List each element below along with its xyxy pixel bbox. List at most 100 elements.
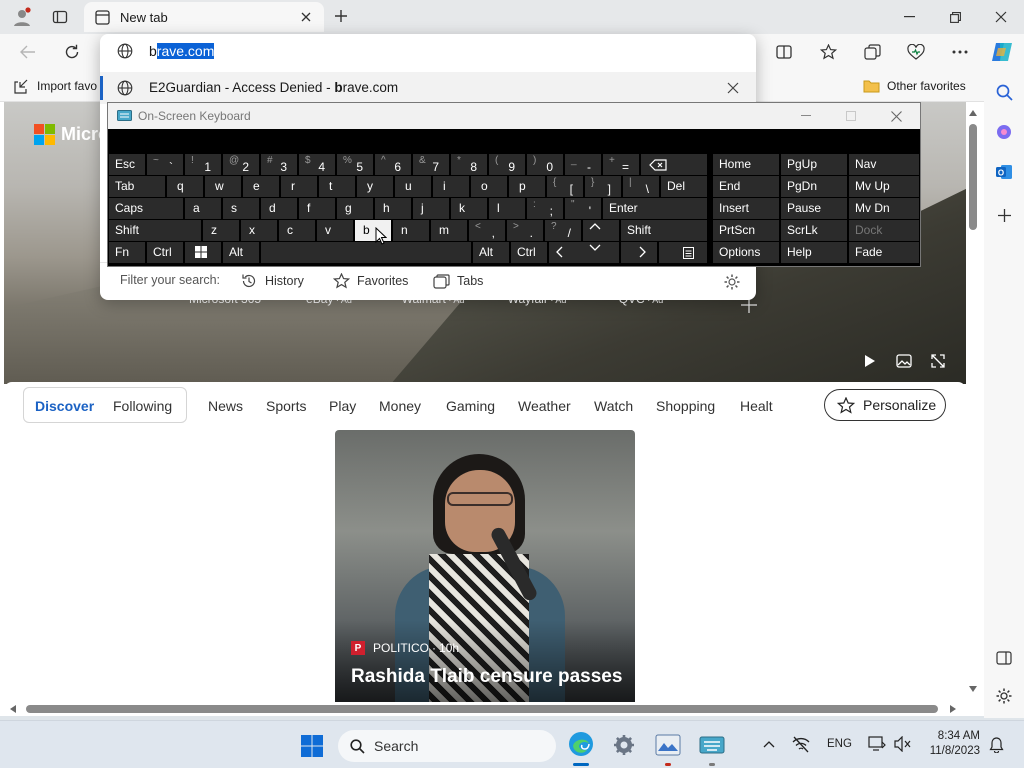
key-mv-up[interactable]: Mv Up (849, 176, 919, 197)
key-4[interactable]: $4 (299, 154, 335, 175)
key-x[interactable]: x (241, 220, 277, 241)
new-tab-button[interactable] (330, 5, 352, 27)
key-w[interactable]: w (205, 176, 241, 197)
language-indicator[interactable]: ENG (827, 738, 852, 750)
import-favorites-button[interactable]: Import favo (12, 76, 97, 96)
settings-taskbar-icon[interactable] (610, 731, 638, 759)
osk-title-bar[interactable]: On-Screen Keyboard (108, 103, 920, 129)
tab-gaming[interactable]: Gaming (446, 398, 495, 414)
sidebar-copilot-icon[interactable] (992, 120, 1016, 144)
key-ctrl-right[interactable]: Ctrl (511, 242, 547, 263)
key-c[interactable]: c (279, 220, 315, 241)
remove-suggestion-icon[interactable] (726, 81, 740, 95)
scroll-up-arrow-icon[interactable] (968, 108, 978, 118)
key-r[interactable]: r (281, 176, 317, 197)
collections-icon[interactable] (860, 40, 884, 64)
osk-minimize-icon[interactable] (798, 109, 814, 123)
key-punct-1[interactable]: " ' (565, 198, 601, 219)
key-m[interactable]: m (431, 220, 467, 241)
tab-sports[interactable]: Sports (266, 398, 306, 414)
key-k[interactable]: k (451, 198, 487, 219)
key-fn[interactable]: Fn (109, 242, 145, 263)
key-caps[interactable]: Caps (109, 198, 183, 219)
key-n[interactable]: n (393, 220, 429, 241)
key-i[interactable]: i (433, 176, 469, 197)
key-arrow-down[interactable] (583, 242, 619, 263)
tab-shopping[interactable]: Shopping (656, 398, 715, 414)
key-tab[interactable]: Tab (109, 176, 165, 197)
key-5[interactable]: % 5 (337, 154, 373, 175)
key-punct-0[interactable]: :; (527, 198, 563, 219)
notifications-bell-icon[interactable] (986, 735, 1006, 755)
key-home[interactable]: Home (713, 154, 779, 175)
personalize-button[interactable]: Personalize (824, 389, 946, 421)
split-screen-icon[interactable] (772, 40, 796, 64)
key-8[interactable]: * 8 (451, 154, 487, 175)
tab-news[interactable]: News (208, 398, 243, 414)
key-punct-4[interactable]: ? / (545, 220, 581, 241)
key-space[interactable] (261, 242, 471, 263)
key-arrow-left[interactable] (549, 242, 585, 263)
edge-taskbar-icon[interactable] (566, 729, 596, 759)
scroll-down-arrow-icon[interactable] (968, 684, 978, 694)
key-windows[interactable] (185, 242, 221, 263)
key-nav[interactable]: Nav (849, 154, 919, 175)
key-j[interactable]: j (413, 198, 449, 219)
key-punct-3[interactable]: >. (507, 220, 543, 241)
key-dock[interactable]: Dock (849, 220, 919, 241)
vertical-scrollbar[interactable] (966, 102, 980, 702)
key-arrow-up[interactable] (583, 220, 619, 241)
copilot-icon[interactable] (988, 38, 1016, 66)
key-l[interactable]: l (489, 198, 525, 219)
key-a[interactable]: a (185, 198, 221, 219)
osk-close-icon[interactable] (888, 109, 904, 123)
key-e[interactable]: e (243, 176, 279, 197)
tab-weather[interactable]: Weather (518, 398, 571, 414)
tab-discover[interactable]: Discover (35, 398, 94, 414)
taskbar-search-box[interactable]: Search (338, 730, 556, 762)
key-options[interactable]: Options (713, 242, 779, 263)
key-7[interactable]: & 7 (413, 154, 449, 175)
browser-essentials-icon[interactable] (904, 40, 928, 64)
sidebar-hide-icon[interactable] (992, 646, 1016, 670)
key-y[interactable]: y (357, 176, 393, 197)
play-video-icon[interactable] (858, 350, 882, 372)
profile-icon[interactable] (10, 5, 34, 29)
key-2[interactable]: @2 (223, 154, 259, 175)
close-tab-icon[interactable] (298, 9, 314, 25)
osk-taskbar-icon[interactable] (698, 731, 726, 759)
key-prtscn[interactable]: PrtScn (713, 220, 779, 241)
sidebar-settings-icon[interactable] (992, 684, 1016, 708)
key-pgdn[interactable]: PgDn (781, 176, 847, 197)
key-pause[interactable]: Pause (781, 198, 847, 219)
key-shift-left[interactable]: Shift (109, 220, 201, 241)
tab-health[interactable]: Healt (740, 398, 773, 414)
key-bracket-2[interactable]: | \ (623, 176, 659, 197)
more-options-icon[interactable] (948, 40, 972, 64)
other-favorites-button[interactable]: Other favorites (862, 76, 966, 96)
restore-icon[interactable] (942, 6, 968, 28)
key-q[interactable]: q (167, 176, 203, 197)
key-pgup[interactable]: PgUp (781, 154, 847, 175)
osk-maximize-icon[interactable] (843, 109, 859, 123)
key-alt-right[interactable]: Alt (473, 242, 509, 263)
key-11[interactable]: _ - (565, 154, 601, 175)
image-info-icon[interactable] (892, 350, 916, 372)
key-p[interactable]: p (509, 176, 545, 197)
address-bar[interactable]: brave.com (100, 34, 756, 68)
suggestion-row[interactable]: E2Guardian - Access Denied - brave.com (100, 72, 756, 104)
key-d[interactable]: d (261, 198, 297, 219)
key-del[interactable]: Del (661, 176, 707, 197)
minimize-icon[interactable] (896, 6, 922, 28)
horizontal-scrollbar[interactable] (4, 702, 966, 716)
key-mv-dn[interactable]: Mv Dn (849, 198, 919, 219)
key-v[interactable]: v (317, 220, 353, 241)
sidebar-add-icon[interactable] (992, 203, 1016, 227)
key-u[interactable]: u (395, 176, 431, 197)
tab-following[interactable]: Following (113, 398, 172, 414)
key-6[interactable]: ^ 6 (375, 154, 411, 175)
key-12[interactable]: + = (603, 154, 639, 175)
close-window-icon[interactable] (988, 6, 1014, 28)
horizontal-scrollbar-thumb[interactable] (26, 705, 938, 713)
key-menu[interactable] (659, 242, 707, 263)
